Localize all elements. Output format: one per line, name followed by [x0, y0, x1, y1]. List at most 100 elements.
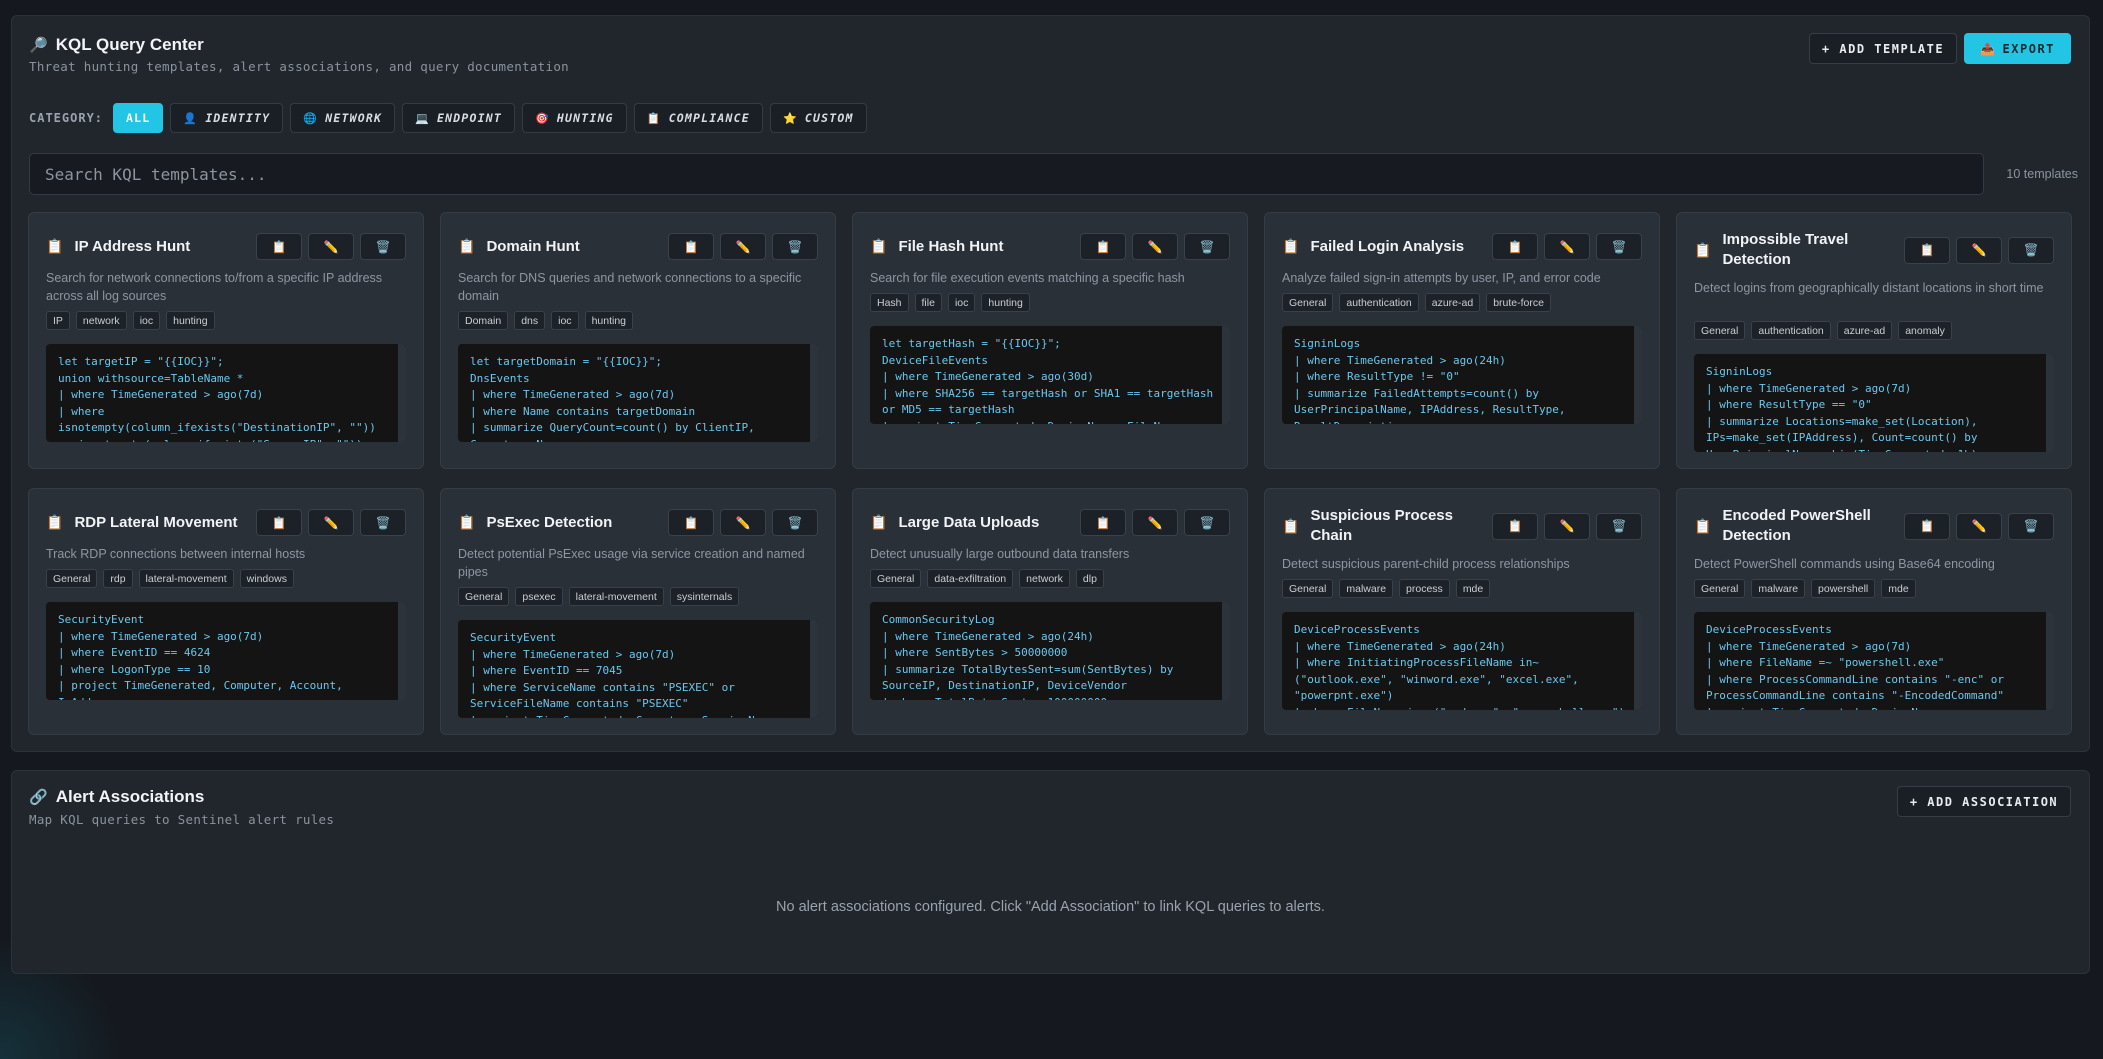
kql-code-block[interactable]: let targetHash = "{{IOC}}"; DeviceFileEv… [870, 326, 1230, 424]
edit-button[interactable]: ✏️ [308, 509, 354, 536]
tag: sysinternals [669, 587, 740, 606]
export-button[interactable]: 📤 EXPORT [1964, 33, 2071, 64]
tag: rdp [103, 569, 133, 588]
category-hunting[interactable]: 🎯 HUNTING [522, 103, 627, 133]
kql-code-block[interactable]: SecurityEvent | where TimeGenerated > ag… [46, 602, 406, 700]
delete-button[interactable]: 🗑️ [1184, 233, 1230, 260]
delete-button[interactable]: 🗑️ [2008, 236, 2054, 264]
category-label: CATEGORY: [29, 111, 104, 125]
tag: General [1282, 579, 1334, 598]
template-title: Impossible Travel Detection [1722, 231, 1849, 268]
tag: dns [514, 311, 546, 330]
pencil-icon: ✏️ [1147, 239, 1163, 254]
copy-button[interactable]: 📋 [256, 233, 302, 260]
alert-associations-panel: 🔗 Alert Associations Map KQL queries to … [11, 770, 2090, 974]
pencil-icon: ✏️ [1147, 515, 1163, 530]
trash-icon: 🗑️ [375, 515, 391, 530]
kql-code-block[interactable]: DeviceProcessEvents | where TimeGenerate… [1282, 612, 1642, 710]
edit-button[interactable]: ✏️ [720, 509, 766, 536]
template-description: Track RDP connections between internal h… [46, 547, 306, 561]
template-description: Analyze failed sign-in attempts by user,… [1282, 271, 1601, 285]
tag: dlp [1075, 569, 1104, 588]
tag: General [870, 569, 922, 588]
copy-icon: 📋 [1507, 519, 1523, 533]
edit-button[interactable]: ✏️ [308, 233, 354, 260]
copy-button[interactable]: 📋 [1492, 233, 1538, 260]
delete-button[interactable]: 🗑️ [1596, 233, 1642, 260]
copy-button[interactable]: 📋 [256, 509, 302, 536]
copy-button[interactable]: 📋 [1492, 512, 1538, 540]
copy-button[interactable]: 📋 [1080, 233, 1126, 260]
copy-icon: 📋 [1507, 239, 1523, 254]
template-card: 📋 PsExec Detection 📋 ✏️ 🗑️ Detect potent… [440, 488, 836, 735]
edit-button[interactable]: ✏️ [1956, 512, 2002, 540]
edit-button[interactable]: ✏️ [1956, 236, 2002, 264]
category-identity[interactable]: 👤 IDENTITY [170, 103, 284, 133]
category-custom[interactable]: ⭐ CUSTOM [769, 103, 867, 133]
search-input[interactable] [29, 153, 1984, 195]
copy-button[interactable]: 📋 [668, 509, 714, 536]
copy-icon: 📋 [1095, 239, 1111, 254]
add-association-button[interactable]: + ADD ASSOCIATION [1897, 786, 2071, 817]
copy-button[interactable]: 📋 [1904, 512, 1950, 540]
copy-icon: 📋 [683, 239, 699, 254]
copy-button[interactable]: 📋 [1904, 236, 1950, 264]
delete-button[interactable]: 🗑️ [360, 233, 406, 260]
kql-code-block[interactable]: SigninLogs | where TimeGenerated > ago(7… [1694, 354, 2054, 452]
kql-code-block[interactable]: let targetIP = "{{IOC}}"; union withsour… [46, 344, 406, 442]
template-card: 📋 Failed Login Analysis 📋 ✏️ 🗑️ Analyze … [1264, 212, 1660, 469]
pencil-icon: ✏️ [323, 239, 339, 254]
category-endpoint[interactable]: 💻 ENDPOINT [402, 103, 515, 133]
add-template-button[interactable]: + ADD TEMPLATE [1809, 33, 1957, 64]
tag: Domain [458, 311, 509, 330]
tag: process [1399, 579, 1450, 598]
pencil-icon: ✏️ [735, 239, 751, 254]
pencil-icon: ✏️ [1559, 239, 1575, 254]
link-icon: 🔗 [29, 789, 48, 806]
copy-icon: 📋 [1919, 519, 1935, 533]
delete-button[interactable]: 🗑️ [1596, 512, 1642, 540]
tag: anomaly [1898, 321, 1952, 340]
template-card: 📋 Large Data Uploads 📋 ✏️ 🗑️ Detect unus… [852, 488, 1248, 735]
kql-code-block[interactable]: SecurityEvent | where TimeGenerated > ag… [458, 620, 818, 718]
edit-button[interactable]: ✏️ [1544, 512, 1590, 540]
delete-button[interactable]: 🗑️ [1184, 509, 1230, 536]
clipboard-icon: 📋 [1282, 238, 1300, 254]
clipboard-icon: 📋 [646, 111, 662, 125]
category-compliance[interactable]: 📋 COMPLIANCE [633, 103, 763, 133]
delete-button[interactable]: 🗑️ [360, 509, 406, 536]
delete-button[interactable]: 🗑️ [772, 509, 818, 536]
kql-code-block[interactable]: CommonSecurityLog | where TimeGenerated … [870, 602, 1230, 700]
copy-button[interactable]: 📋 [668, 233, 714, 260]
copy-icon: 📋 [1095, 515, 1111, 530]
edit-button[interactable]: ✏️ [1132, 509, 1178, 536]
copy-icon: 📋 [683, 515, 699, 530]
category-endpoint-label: ENDPOINT [437, 111, 502, 125]
category-network[interactable]: 🌐 NETWORK [290, 103, 396, 133]
copy-icon: 📋 [271, 239, 287, 254]
tag: mde [1881, 579, 1916, 598]
copy-button[interactable]: 📋 [1080, 509, 1126, 536]
edit-button[interactable]: ✏️ [1132, 233, 1178, 260]
tag: lateral-movement [568, 587, 664, 606]
edit-button[interactable]: ✏️ [1544, 233, 1590, 260]
delete-button[interactable]: 🗑️ [2008, 512, 2054, 540]
kql-code-block[interactable]: let targetDomain = "{{IOC}}"; DnsEvents … [458, 344, 818, 442]
tag: azure-ad [1836, 321, 1893, 340]
edit-button[interactable]: ✏️ [720, 233, 766, 260]
tag: Hash [870, 293, 909, 312]
template-description: Detect logins from geographically distan… [1694, 281, 2044, 295]
delete-button[interactable]: 🗑️ [772, 233, 818, 260]
pencil-icon: ✏️ [323, 515, 339, 530]
category-all[interactable]: ALL [113, 103, 164, 133]
template-description: Detect PowerShell commands using Base64 … [1694, 557, 1995, 571]
kql-query-center-panel: 🔎 KQL Query Center Threat hunting templa… [11, 15, 2090, 752]
kql-code-block[interactable]: DeviceProcessEvents | where TimeGenerate… [1694, 612, 2054, 710]
copy-icon: 📋 [1919, 243, 1935, 257]
category-all-label: ALL [126, 111, 151, 125]
kql-code-block[interactable]: SigninLogs | where TimeGenerated > ago(2… [1282, 326, 1642, 424]
template-card: 📋 Encoded PowerShell Detection 📋 ✏️ 🗑️ D… [1676, 488, 2072, 735]
trash-icon: 🗑️ [787, 239, 803, 254]
clipboard-icon: 📋 [1694, 517, 1712, 534]
pencil-icon: ✏️ [735, 515, 751, 530]
